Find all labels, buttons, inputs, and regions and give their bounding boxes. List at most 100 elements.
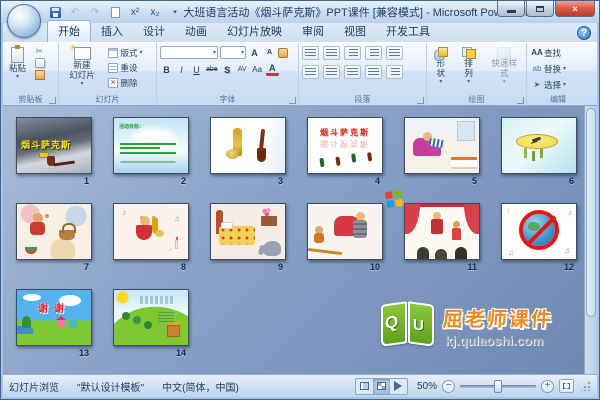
shrink-font-button[interactable]: A <box>263 46 276 59</box>
change-case-button[interactable]: Aa <box>251 63 264 76</box>
stool-art <box>452 221 461 240</box>
slide-thumbnail-12[interactable]: ♪ ♫ ♪ ♫ <box>501 203 577 260</box>
slide-thumbnail-14[interactable] <box>113 289 189 346</box>
text-lines-art <box>140 296 174 304</box>
text-shadow-button[interactable]: S <box>221 63 234 76</box>
help-icon[interactable]: ? <box>577 26 591 40</box>
zoom-in-button[interactable]: + <box>541 379 554 393</box>
font-name-select[interactable]: ▾ <box>160 46 218 59</box>
align-right-button[interactable] <box>344 65 361 79</box>
maximize-button[interactable] <box>526 1 554 17</box>
slide-thumbnail-2[interactable]: 活动目标： <box>113 117 189 174</box>
pipe-art <box>257 148 266 162</box>
undo-button[interactable]: ↶ <box>67 4 83 20</box>
clear-formatting-button[interactable] <box>278 47 288 58</box>
zoom-out-button[interactable]: − <box>442 379 455 393</box>
save-button[interactable] <box>47 4 63 20</box>
superscript-button[interactable]: x² <box>127 4 143 20</box>
clipboard-dialog-launcher[interactable] <box>49 97 56 104</box>
bullets-button[interactable] <box>302 46 319 60</box>
slide-sorter-view-button[interactable] <box>373 378 390 394</box>
vertical-scrollbar[interactable] <box>584 106 597 374</box>
redo-button[interactable]: ↷ <box>87 4 103 20</box>
zoom-slider[interactable] <box>460 379 536 393</box>
group-clipboard: 粘贴 ▾ ✂ 剪贴板 <box>3 43 59 105</box>
shapes-button[interactable]: 形状 ▾ <box>430 46 452 86</box>
tab-design[interactable]: 设计 <box>133 21 175 42</box>
drawing-dialog-launcher[interactable] <box>517 97 524 104</box>
align-left-button[interactable] <box>302 65 319 79</box>
font-dialog-launcher[interactable] <box>289 97 296 104</box>
close-button[interactable]: × <box>555 1 595 17</box>
select-button[interactable]: ➤ 选择 ▾ <box>530 78 568 91</box>
slide-thumbnail-7[interactable] <box>16 203 92 260</box>
quick-styles-button[interactable]: 快速样式 ▾ <box>486 46 524 86</box>
delete-slide-button[interactable]: 删除 <box>106 76 144 89</box>
increase-indent-button[interactable] <box>365 46 382 60</box>
new-slide-button[interactable]: 新建 幻灯片 ▾ <box>62 43 102 88</box>
character-spacing-button[interactable]: AV <box>236 63 249 76</box>
copy-button[interactable] <box>35 58 46 68</box>
slide-cell-5: 5 <box>404 117 480 186</box>
tab-insert[interactable]: 插入 <box>91 21 133 42</box>
tab-home[interactable]: 开始 <box>47 20 91 42</box>
paste-button[interactable]: 粘贴 ▾ <box>6 45 29 82</box>
decrease-indent-button[interactable] <box>344 46 361 60</box>
font-size-select[interactable]: ▾ <box>220 46 246 59</box>
slide-thumbnail-11[interactable] <box>404 203 480 260</box>
minimize-button[interactable] <box>497 1 525 17</box>
grow-font-button[interactable]: A <box>248 46 261 59</box>
columns-button[interactable] <box>386 65 403 79</box>
scrollbar-thumb[interactable] <box>586 108 596 318</box>
line-spacing-button[interactable] <box>386 46 403 60</box>
tab-developer[interactable]: 开发工具 <box>376 21 440 42</box>
resize-grip[interactable] <box>581 381 591 391</box>
slide-cell-4: 烟斗萨克斯 烟斗萨克斯 4 <box>307 117 383 186</box>
layout-button[interactable]: 版式 ▾ <box>106 46 144 59</box>
normal-view-button[interactable] <box>356 379 373 394</box>
italic-button[interactable]: I <box>175 63 188 76</box>
format-painter-button[interactable] <box>35 70 46 80</box>
strikethrough-button[interactable]: abe <box>205 63 219 76</box>
arrange-button[interactable]: 排列 ▾ <box>458 46 480 86</box>
slide-thumbnail-10[interactable] <box>307 203 383 260</box>
dress-art <box>136 225 152 240</box>
paragraph-dialog-launcher[interactable] <box>417 97 424 104</box>
slide-thumbnail-13[interactable]: 谢谢 <box>16 289 92 346</box>
slide4-title-reflection: 烟斗萨克斯 <box>320 139 370 148</box>
slide-thumbnail-4[interactable]: 烟斗萨克斯 烟斗萨克斯 <box>307 117 383 174</box>
underline-button[interactable]: U <box>190 63 203 76</box>
language-status[interactable]: 中文(简体，中国) <box>162 379 239 394</box>
zoom-slider-thumb[interactable] <box>494 379 502 393</box>
subscript-button[interactable]: x₂ <box>147 4 163 20</box>
zoom-level[interactable]: 50% <box>413 381 437 392</box>
tab-view[interactable]: 视图 <box>334 21 376 42</box>
tab-review[interactable]: 审阅 <box>292 21 334 42</box>
justify-button[interactable] <box>365 65 382 79</box>
reset-button[interactable]: 重设 <box>106 61 144 74</box>
find-button[interactable]: AA 查找 <box>530 46 568 59</box>
font-color-button[interactable]: A <box>265 63 279 76</box>
tab-animations[interactable]: 动画 <box>175 21 217 42</box>
fit-to-window-button[interactable] <box>559 379 574 393</box>
slides-group-label: 幻灯片 <box>95 95 120 104</box>
tab-slideshow[interactable]: 幻灯片放映 <box>217 21 292 42</box>
numbering-button[interactable] <box>323 46 340 60</box>
slide-thumbnail-1[interactable]: 烟斗萨克斯 <box>16 117 92 174</box>
print-preview-button[interactable] <box>107 4 123 20</box>
cut-button[interactable]: ✂ <box>35 46 45 56</box>
slide-thumbnail-8[interactable]: ♪ ♫ ♪ <box>113 203 189 260</box>
slide-thumbnail-6[interactable] <box>501 117 577 174</box>
slide-thumbnail-9[interactable] <box>210 203 286 260</box>
customize-qat-button[interactable]: ▾ <box>167 4 183 20</box>
slide-thumbnail-3[interactable] <box>210 117 286 174</box>
bold-button[interactable]: B <box>160 63 173 76</box>
replace-button[interactable]: ab 替换 ▾ <box>530 62 568 75</box>
slide-number: 8 <box>180 262 186 272</box>
slide-thumbnail-5[interactable] <box>404 117 480 174</box>
align-center-button[interactable] <box>323 65 340 79</box>
slide-sorter-pane[interactable]: 烟斗萨克斯 1 活动目标： 2 3 烟斗萨克斯 烟斗萨克斯 4 5 6 7 ♪ … <box>3 106 597 374</box>
slideshow-view-button[interactable] <box>390 379 407 394</box>
office-button[interactable] <box>7 4 404 209</box>
template-status[interactable]: "默认设计模板" <box>77 379 144 394</box>
